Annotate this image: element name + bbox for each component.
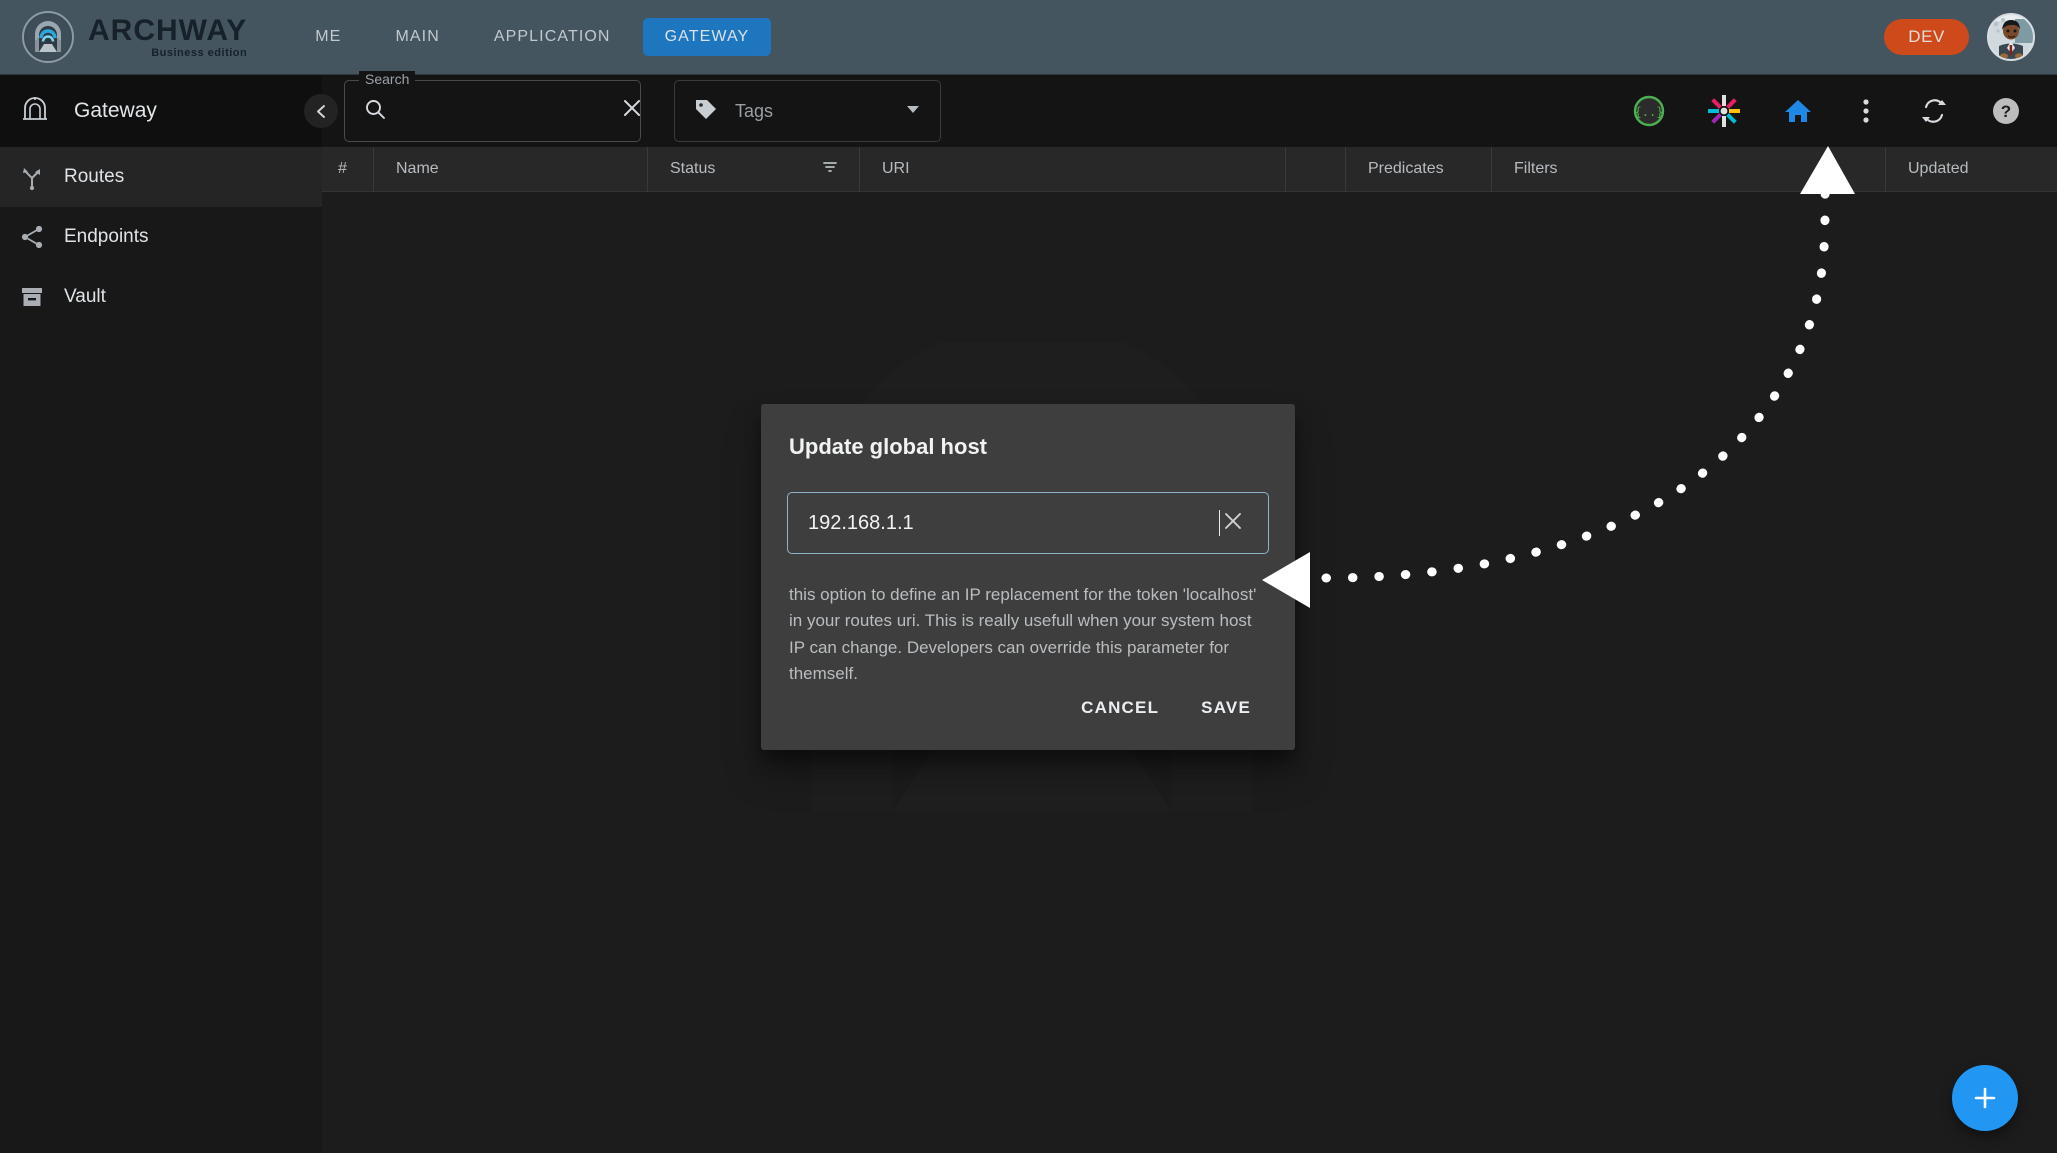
add-route-fab[interactable] [1952,1065,2018,1131]
cancel-button[interactable]: CANCEL [1067,688,1173,728]
dialog-actions: CANCEL SAVE [787,688,1269,728]
dialog-description: this option to define an IP replacement … [789,585,1257,684]
global-host-input[interactable] [808,511,1221,535]
save-button[interactable]: SAVE [1187,688,1265,728]
global-host-field[interactable] [787,492,1269,554]
sidebar-collapse-button[interactable] [304,94,338,128]
clear-icon[interactable] [1220,508,1246,539]
plus-icon [1974,1087,1996,1109]
dialog-title: Update global host [789,434,987,459]
update-global-host-dialog: Update global host this option to define… [761,404,1295,750]
